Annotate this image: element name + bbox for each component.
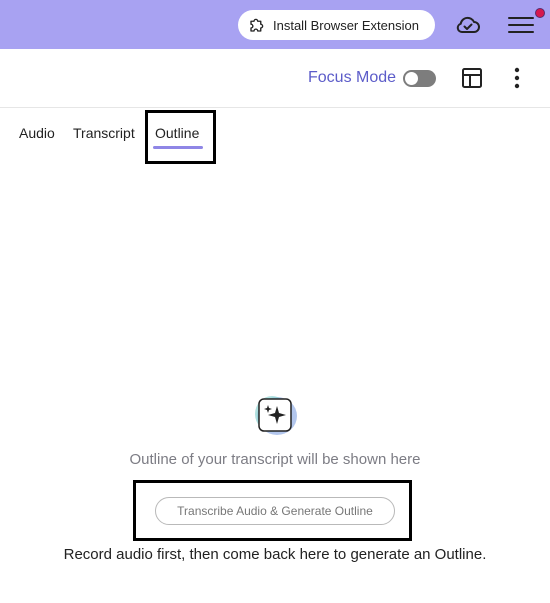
sparkle-icon — [255, 396, 297, 435]
top-bar: Install Browser Extension — [0, 0, 550, 49]
record-audio-hint: Record audio first, then come back here … — [63, 546, 487, 563]
install-extension-button[interactable]: Install Browser Extension — [238, 10, 435, 40]
more-vertical-icon[interactable] — [509, 66, 525, 90]
focus-mode-toggle[interactable] — [403, 70, 436, 87]
tab-bar: Audio Transcript Outline — [0, 108, 550, 164]
toggle-knob — [405, 72, 418, 85]
notification-badge — [535, 8, 545, 18]
focus-mode-label: Focus Mode — [308, 69, 397, 86]
tab-audio[interactable]: Audio — [19, 125, 55, 141]
empty-outline-message: Outline of your transcript will be shown… — [129, 451, 421, 468]
install-extension-label: Install Browser Extension — [273, 17, 419, 33]
tab-transcript[interactable]: Transcript — [73, 125, 135, 141]
annotation-box-outline-tab — [145, 110, 216, 164]
toolbar: Focus Mode — [0, 49, 550, 108]
transcribe-generate-outline-button[interactable]: Transcribe Audio & Generate Outline — [155, 497, 395, 525]
layout-panel-icon[interactable] — [461, 67, 483, 89]
puzzle-icon — [250, 18, 264, 32]
cloud-check-icon[interactable] — [455, 12, 481, 38]
hamburger-menu-icon[interactable] — [507, 13, 535, 37]
